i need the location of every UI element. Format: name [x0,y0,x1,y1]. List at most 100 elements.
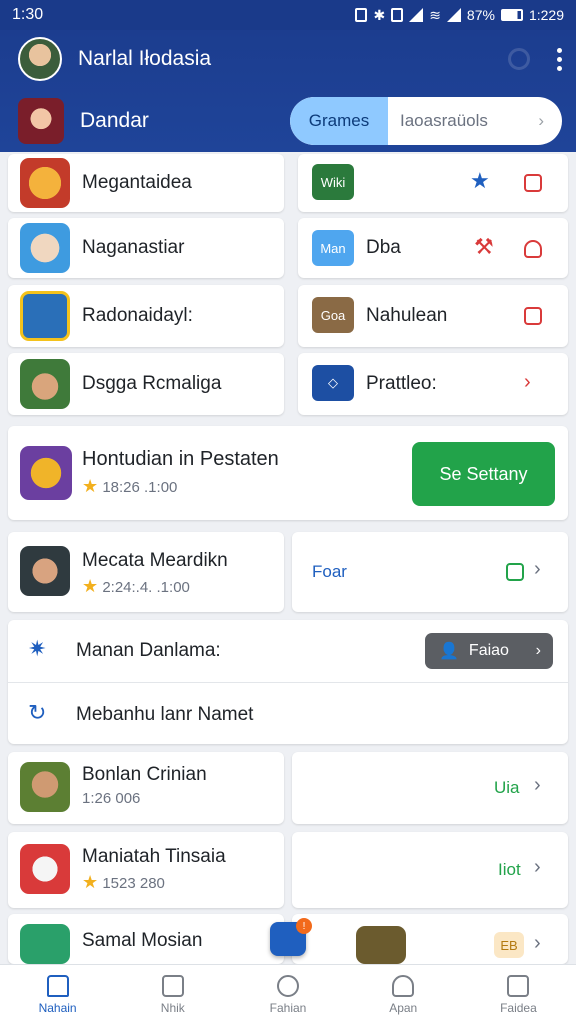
search-icon[interactable] [508,48,530,70]
item-title: Bonlan Crinian [82,764,207,785]
item-badge: EB [494,932,524,958]
list-item[interactable]: Maniatah Tinsaia ★ 1523 280 [8,832,284,908]
app-icon [20,291,70,341]
home-icon [46,974,69,997]
item-title: Samal Mosian [82,930,203,951]
settings-icon: ✷ [28,636,47,661]
section-subtitle[interactable]: Mebanhu lanr Namet [76,704,253,726]
section-title: Manan Danlama: [76,640,221,661]
item-title: Mecata Meardikn [82,550,228,571]
star-icon[interactable]: ★ [470,168,490,194]
header-title: Narlal Iłodasia [78,47,212,70]
list-item-right[interactable]: Foar › [292,532,568,612]
item-label: Uia [494,778,520,797]
profile-avatar[interactable] [18,37,62,81]
app-icon [20,158,70,208]
person-icon [392,974,415,997]
battery-percent: 87% [466,7,495,23]
chevron-right-icon[interactable]: › [534,774,541,797]
signal-icon [409,8,424,22]
item-label: Iiot [498,860,521,879]
bag-icon[interactable] [506,563,524,581]
refresh-icon[interactable]: ↻ [28,700,46,726]
primary-action-button[interactable]: Se Settany [412,442,555,506]
chevron-right-icon[interactable]: › [534,856,541,879]
app-icon: Man [312,230,354,266]
tab-label: Nhik [160,1000,185,1015]
chevron-right-icon[interactable]: › [524,371,531,394]
tools-icon[interactable]: ⚒ [474,234,494,260]
app-icon: Goa [312,297,354,333]
list-item[interactable]: Naganastiar [8,218,284,278]
chevron-right-icon[interactable]: › [534,932,541,955]
status-bar: 1:30 ✱ ≋ 87% 1:229 [0,0,576,30]
sim-icon [391,8,404,22]
app-icon [20,844,70,894]
tab-label: Faidea [500,1000,537,1015]
app-icon [20,546,70,596]
list-item-right[interactable]: EB › [292,914,568,964]
header-subtitle: Dandar [80,109,149,132]
header-top-row: Narlal Iłodasia [18,36,562,82]
item-title: Megantaidea [82,172,192,193]
tab-library[interactable]: Nhik [115,965,230,1024]
notification-badge: ! [296,918,312,934]
item-meta: ★ 2:24:.4. .1:00 [82,576,190,597]
chevron-right-icon[interactable]: › [534,558,541,581]
item-meta: ★ 1523 280 [82,872,165,893]
item-title: Radonaidayl: [82,305,193,326]
header-second-row: Dandar Grames Iaoasraüols › [18,96,562,146]
item-label: Foar [312,562,347,581]
list-item[interactable]: Mecata Meardikn ★ 2:24:.4. .1:00 [8,532,284,612]
list-item-right[interactable]: Man Dba ⚒ [298,218,568,278]
compass-icon [277,974,299,997]
app-icon [20,762,70,812]
featured-meta: ★ 18:26 .1:00 [82,476,177,497]
featured-title: Hontudian in Pestaten [82,448,279,470]
section-action-button[interactable]: 👤 Faiao › [425,633,553,669]
app-icon [20,924,70,964]
divider [8,682,568,683]
list-item[interactable]: Radonaidayl: [8,285,284,347]
tab-more[interactable]: Faidea [461,965,576,1024]
app-icon [20,223,70,273]
item-title: Maniatah Tinsaia [82,846,226,867]
status-time: 1:30 [12,6,44,23]
item-label: Prattleo: [366,373,437,394]
item-title: Dsgga Rcmaliga [82,373,222,394]
list-item[interactable]: Megantaidea [8,154,284,212]
item-label: Nahulean [366,305,448,326]
star-icon: ★ [82,576,99,596]
bag-icon[interactable] [524,174,542,192]
list-item[interactable]: Samal Mosian [8,914,284,964]
app-icon: Wiki [312,164,354,200]
app-icon [356,926,406,964]
list-item[interactable]: Bonlan Crinian 1:26 006 [8,752,284,824]
tab-label: Nahain [38,1000,77,1015]
list-item-right[interactable]: Wiki ★ [298,154,568,212]
star-icon: ★ [82,476,99,496]
list-item[interactable]: Dsgga Rcmaliga [8,353,284,415]
list-item-right[interactable]: Uia › [292,752,568,824]
tab-discover[interactable]: Fahian [230,965,345,1024]
chevron-right-icon: › [535,642,541,659]
tab-home[interactable]: Nahain [0,965,115,1024]
bag-icon[interactable] [524,307,542,325]
book-icon [161,974,184,997]
more-menu-icon[interactable] [556,47,562,71]
segment-other[interactable]: Iaoasraüols › [388,97,562,145]
bottom-tab-bar: Nahain Nhik Fahian Apan Faidea [0,964,576,1024]
app-header: Narlal Iłodasia Dandar Grames Iaoasraüol… [0,30,576,152]
list-item-right[interactable]: ◇ Prattleo: › [298,353,568,415]
item-label: Dba [366,237,401,258]
basket-icon[interactable] [524,240,542,258]
segment-games[interactable]: Grames [290,97,388,145]
account-avatar[interactable] [18,98,64,144]
list-item-right[interactable]: Goa Nahulean [298,285,568,347]
app-icon [20,446,72,500]
item-title: Naganastiar [82,237,185,258]
list-item-right[interactable]: Iiot › [292,832,568,908]
tab-profile[interactable]: Apan [346,965,461,1024]
segment-other-label: Iaoasraüols [400,111,488,130]
app-icon [20,359,70,409]
